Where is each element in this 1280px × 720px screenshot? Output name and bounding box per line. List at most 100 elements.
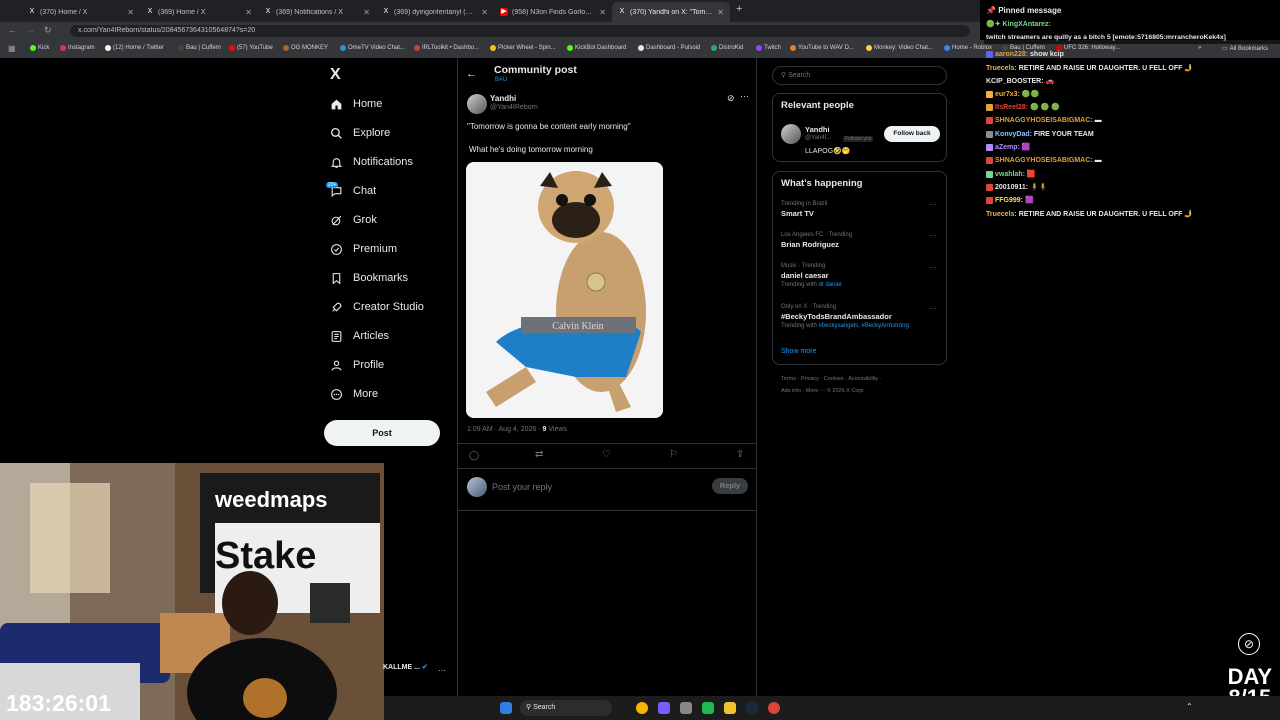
more-options-icon[interactable]: ··· — [740, 91, 749, 101]
author-name[interactable]: Yandhi — [490, 94, 516, 103]
new-tab-plus-icon[interactable]: + — [736, 3, 742, 15]
nav-bookmarks[interactable]: Bookmarks — [330, 267, 408, 289]
like-icon[interactable]: ♡ — [602, 449, 611, 460]
browser-tab[interactable]: X (369) Notifications / X ✕ — [258, 2, 376, 22]
bookmark-item[interactable]: YouTube to WAV D... — [790, 45, 854, 51]
trend-item[interactable]: Only on X · Trending #BeckyTodsBrandAmbas… — [781, 304, 909, 329]
nav-articles[interactable]: Articles — [330, 325, 389, 347]
reload-icon[interactable]: ↻ — [44, 25, 52, 36]
bookmark-label: Bau | Cuffem — [186, 45, 221, 51]
browser-tab-active[interactable]: X (370) Yandhi on X: "Tomorrow ✕ — [612, 2, 730, 22]
cam-settings-icon[interactable]: ⊘ — [1238, 633, 1260, 655]
back-arrow-icon[interactable]: ← — [466, 68, 477, 80]
my-avatar[interactable] — [467, 477, 487, 497]
nav-more[interactable]: More — [330, 383, 378, 405]
browser-tab[interactable]: X (369) dyingonfentanyl (@fent...✕ — [376, 2, 494, 22]
trend-link[interactable]: dr daniel — [818, 282, 841, 288]
file-explorer-icon[interactable] — [724, 702, 736, 714]
nav-grok[interactable]: Grok — [330, 209, 377, 231]
chrome-icon[interactable] — [636, 702, 648, 714]
x-logo-icon[interactable]: X — [330, 66, 341, 84]
nav-home[interactable]: Home — [330, 93, 382, 115]
bookmark-item[interactable]: Kick — [30, 45, 49, 51]
sub-badge-icon — [986, 143, 993, 151]
nav-creator-studio[interactable]: Creator Studio — [330, 296, 424, 318]
nav-chat[interactable]: Chat 20+ — [326, 180, 376, 202]
browser-tab[interactable]: X (370) Home / X ✕ — [22, 2, 140, 22]
bookmark-item[interactable]: OmeTV Video Chat... — [340, 45, 405, 51]
bookmark-item[interactable]: KickBot Dashboard — [567, 45, 626, 51]
trend-item[interactable]: Los Angeles FC · Trending Brian Rodriguez — [781, 232, 852, 249]
reply-input[interactable]: Post your reply — [492, 482, 552, 492]
more-options-icon[interactable]: ··· — [929, 200, 937, 209]
show-more-link[interactable]: Show more — [781, 348, 816, 355]
bookmark-item[interactable]: OG MONKEY — [283, 45, 328, 51]
reply-button[interactable]: Reply — [712, 478, 748, 494]
app-icon[interactable] — [702, 702, 714, 714]
nav-label: Grok — [353, 214, 377, 226]
reply-icon[interactable]: ◯ — [469, 450, 479, 461]
grok-icon[interactable]: ⊘ — [727, 93, 735, 104]
trend-item[interactable]: Music · Trending daniel caesar Trending wi… — [781, 263, 841, 288]
bookmark-item[interactable]: DistroKid — [711, 45, 743, 51]
trend-item[interactable]: Trending in Brazil Smart TV — [781, 201, 827, 218]
url-input[interactable]: x.com/Yan4IReborn/status/208456736431056… — [70, 25, 970, 37]
close-icon[interactable]: ✕ — [363, 8, 370, 17]
bookmark-icon[interactable]: ⚐ — [669, 449, 678, 460]
avatar[interactable] — [467, 94, 487, 114]
back-arrow-icon[interactable]: ← — [8, 25, 17, 35]
bookmark-item[interactable]: IRLToolkit • Dashbo... — [414, 45, 479, 51]
repost-icon[interactable]: ⇄ — [535, 449, 543, 460]
nav-premium[interactable]: Premium — [330, 238, 397, 260]
close-icon[interactable]: ✕ — [127, 8, 134, 17]
person-handle[interactable]: @Yan4I... — [805, 135, 831, 141]
more-options-icon[interactable]: ··· — [929, 263, 937, 272]
chat-username: ItsReel28: — [995, 104, 1029, 111]
follow-back-button[interactable]: Follow back — [884, 126, 940, 142]
person-name[interactable]: Yandhi — [805, 125, 830, 134]
bookmark-item[interactable]: Twitch — [756, 45, 781, 51]
post-button[interactable]: Post — [324, 420, 440, 446]
tab-title: (369) dyingonfentanyl (@fent... — [394, 8, 478, 16]
more-options-icon[interactable]: ··· — [929, 304, 937, 313]
home-icon — [331, 99, 342, 109]
discord-icon[interactable] — [658, 702, 670, 714]
bookmark-item[interactable]: Dashboard - Pulsoid — [638, 45, 700, 51]
bookmark-item[interactable]: (57) YouTube — [229, 45, 273, 51]
chrome-icon[interactable] — [768, 702, 780, 714]
x-account-name[interactable]: KALLME ... ✔ — [383, 663, 428, 671]
bookmark-item[interactable]: Monkey: Video Chat... — [866, 45, 933, 51]
bookmark-item[interactable]: Picker Wheel - Spin... — [490, 45, 556, 51]
bookmark-item[interactable]: (12) Home / Twitter — [105, 45, 164, 51]
footer-links[interactable]: Ads info · More ··· © 2026 X Corp. — [781, 388, 865, 394]
close-icon[interactable]: ✕ — [481, 8, 488, 17]
post-image[interactable]: Calvin Klein — [466, 162, 663, 418]
community-name[interactable]: BAU — [495, 77, 507, 83]
app-icon[interactable] — [680, 702, 692, 714]
trend-link[interactable]: #beckysangels, #BeckyArmstrong — [818, 323, 908, 329]
close-icon[interactable]: ✕ — [717, 8, 724, 17]
nav-explore[interactable]: Explore — [330, 122, 390, 144]
close-icon[interactable]: ✕ — [245, 8, 252, 17]
bookmark-item[interactable]: Instagram — [60, 45, 95, 51]
apps-grid-icon[interactable]: ▦ — [8, 44, 16, 53]
browser-tab[interactable]: X (369) Home / X ✕ — [140, 2, 258, 22]
steam-icon[interactable] — [746, 702, 758, 714]
chat-line: ItsReel28: 🟢 🟢 🟢 — [986, 101, 1060, 114]
start-icon[interactable] — [500, 702, 512, 714]
close-icon[interactable]: ✕ — [599, 8, 606, 17]
taskbar-search-input[interactable]: ⚲ Search — [520, 700, 612, 716]
browser-tab[interactable]: ▶ (958) N3on Finds Gorlock Love ✕ — [494, 2, 612, 22]
footer-links[interactable]: Terms · Privacy · Cookies · Accessibilit… — [781, 376, 882, 382]
tray-chevron-up-icon[interactable]: ⌃ — [1186, 702, 1193, 711]
share-icon[interactable]: ⇪ — [736, 449, 744, 460]
account-more-icon[interactable]: ··· — [438, 666, 446, 675]
search-input[interactable]: ⚲ Search — [772, 66, 947, 85]
avatar[interactable] — [781, 124, 801, 144]
author-handle[interactable]: @Yan4IReborn — [490, 104, 538, 111]
more-options-icon[interactable]: ··· — [929, 231, 937, 240]
nav-profile[interactable]: Profile — [330, 354, 384, 376]
forward-arrow-icon[interactable]: → — [26, 25, 35, 35]
bookmark-item[interactable]: Bau | Cuffem — [178, 45, 221, 51]
nav-notifications[interactable]: Notifications — [330, 151, 413, 173]
